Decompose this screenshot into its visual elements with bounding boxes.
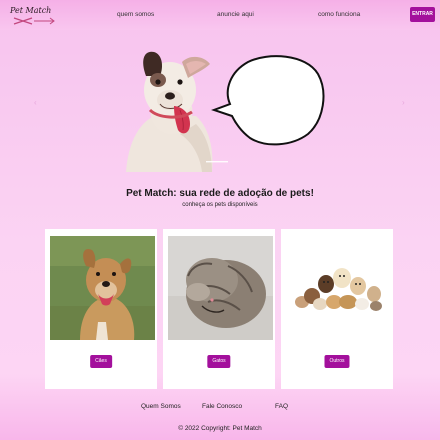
dog-photo	[50, 236, 155, 340]
cats-button[interactable]: Gatos	[207, 355, 231, 368]
chevron-left-icon[interactable]: ‹	[34, 98, 37, 107]
cat-photo	[168, 236, 273, 340]
pet-card-dogs: Cães	[45, 229, 157, 389]
pet-card-cats: Gatos	[163, 229, 275, 389]
hero-carousel	[120, 44, 330, 172]
enter-button[interactable]: ENTRAR	[410, 7, 435, 22]
dogs-button[interactable]: Cães	[90, 355, 112, 368]
pet-card-others: Outros	[281, 229, 393, 389]
others-button[interactable]: Outros	[324, 355, 350, 368]
pets-group-photo	[286, 236, 391, 340]
chevron-right-icon[interactable]: ›	[402, 98, 405, 107]
logo-arrow-icon	[13, 17, 55, 25]
copyright: © 2022 Copyright: Pet Match	[178, 425, 262, 432]
brand-logo[interactable]: Pet Match	[8, 4, 60, 26]
page-headline: Pet Match: sua rede de adoção de pets!	[126, 188, 314, 199]
footer-link-fale-conosco[interactable]: Fale Conosco	[202, 403, 242, 410]
nav-link-quem-somos[interactable]: quem somos	[117, 11, 154, 18]
nav-link-como-funciona[interactable]: como funciona	[318, 11, 360, 18]
nav-link-anuncie-aqui[interactable]: anuncie aqui	[217, 11, 254, 18]
footer-link-faq[interactable]: FAQ	[275, 403, 288, 410]
logo-text: Pet Match	[10, 6, 52, 15]
navbar: Pet Match quem somos anuncie aqui como f…	[0, 0, 440, 30]
footer-link-quem-somos[interactable]: Quem Somos	[141, 403, 181, 410]
page-subheadline: conheça os pets disponíveis	[182, 202, 258, 208]
hero-dog-image	[126, 51, 325, 172]
